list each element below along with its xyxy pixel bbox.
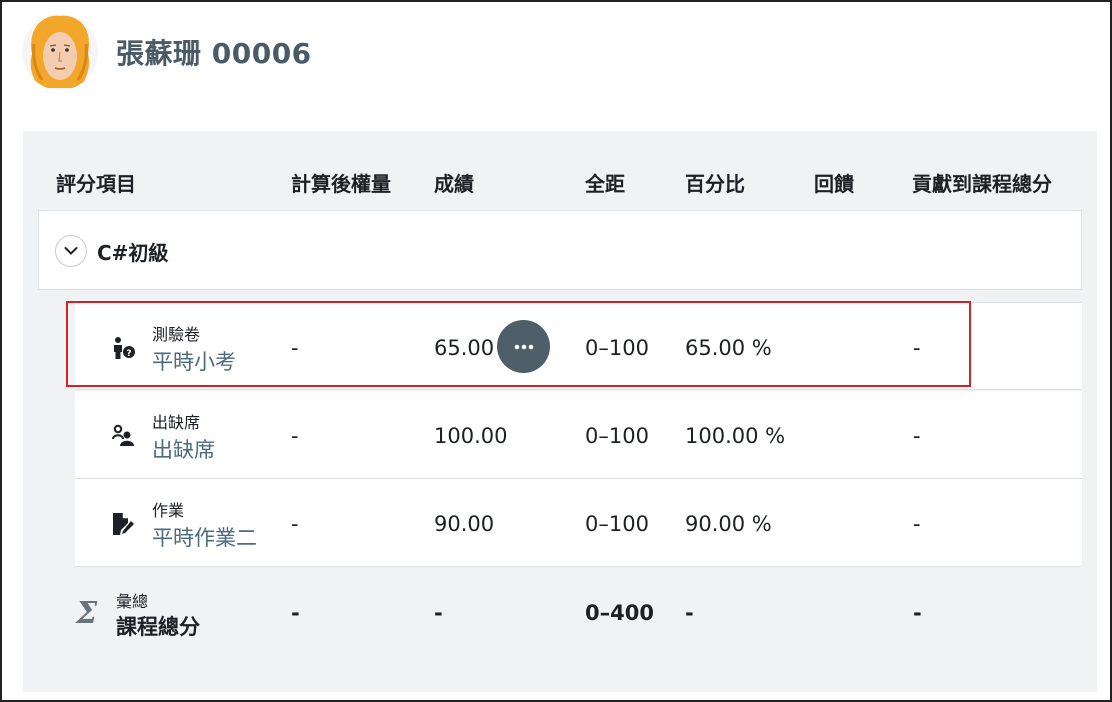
header-weight: 計算後權量 <box>291 172 391 196</box>
item-type: 作業 <box>152 501 185 520</box>
category-toggle-button[interactable] <box>55 235 87 267</box>
actions-menu-button[interactable] <box>497 320 550 373</box>
table-row: 作業 平時作業二 - 90.00 0–100 90.00 % - <box>75 479 1082 567</box>
aggregate-type: 彙總 <box>116 592 149 611</box>
avatar[interactable] <box>22 14 98 90</box>
grade-value: 65.00 <box>434 336 495 360</box>
header-range: 全距 <box>585 172 625 196</box>
header-feedback: 回饋 <box>814 172 854 196</box>
header-grade-item: 評分項目 <box>56 172 136 196</box>
chevron-down-icon <box>64 247 78 255</box>
grade-value: 100.00 <box>434 424 508 448</box>
svg-text:?: ? <box>126 349 131 359</box>
percentage-value: 100.00 % <box>685 424 786 448</box>
sigma-icon: Σ <box>76 596 98 631</box>
attendance-icon <box>112 424 134 446</box>
item-type: 測驗卷 <box>152 325 201 344</box>
quiz-icon: ? <box>114 337 135 359</box>
category-row: C#初級 <box>38 210 1082 290</box>
course-total-label: 課程總分 <box>116 615 200 639</box>
grade-value: 90.00 <box>434 512 495 536</box>
header-percentage: 百分比 <box>685 172 745 196</box>
range-value: 0–100 <box>585 424 649 448</box>
total-contribution: - <box>913 601 922 625</box>
contribution-value: - <box>913 336 921 360</box>
page-header: 張蘇珊 00006 <box>22 14 312 90</box>
total-grade: - <box>434 601 443 625</box>
contribution-value: - <box>913 512 921 536</box>
assignment-icon <box>113 513 134 535</box>
weight-value: - <box>291 336 299 360</box>
category-name: C#初級 <box>97 241 169 265</box>
item-link[interactable]: 出缺席 <box>152 434 215 464</box>
total-percentage: - <box>685 601 694 625</box>
page-title: 張蘇珊 00006 <box>116 37 312 70</box>
table-row: 出缺席 出缺席 - 100.00 0–100 100.00 % - <box>75 391 1082 479</box>
range-value: 0–100 <box>585 336 649 360</box>
table-row: ? 測驗卷 平時小考 - 65.00 0–100 65.00 % - <box>75 302 1082 390</box>
header-contribution: 貢獻到課程總分 <box>912 172 1052 196</box>
header-grade: 成績 <box>434 172 474 196</box>
item-type: 出缺席 <box>152 413 201 432</box>
more-icon <box>514 344 533 349</box>
percentage-value: 65.00 % <box>685 336 772 360</box>
range-value: 0–100 <box>585 512 649 536</box>
total-weight: - <box>291 601 300 625</box>
weight-value: - <box>291 424 299 448</box>
percentage-value: 90.00 % <box>685 512 772 536</box>
item-link[interactable]: 平時作業二 <box>152 522 257 552</box>
weight-value: - <box>291 512 299 536</box>
contribution-value: - <box>913 424 921 448</box>
total-range: 0–400 <box>585 601 654 625</box>
item-link[interactable]: 平時小考 <box>152 346 236 376</box>
